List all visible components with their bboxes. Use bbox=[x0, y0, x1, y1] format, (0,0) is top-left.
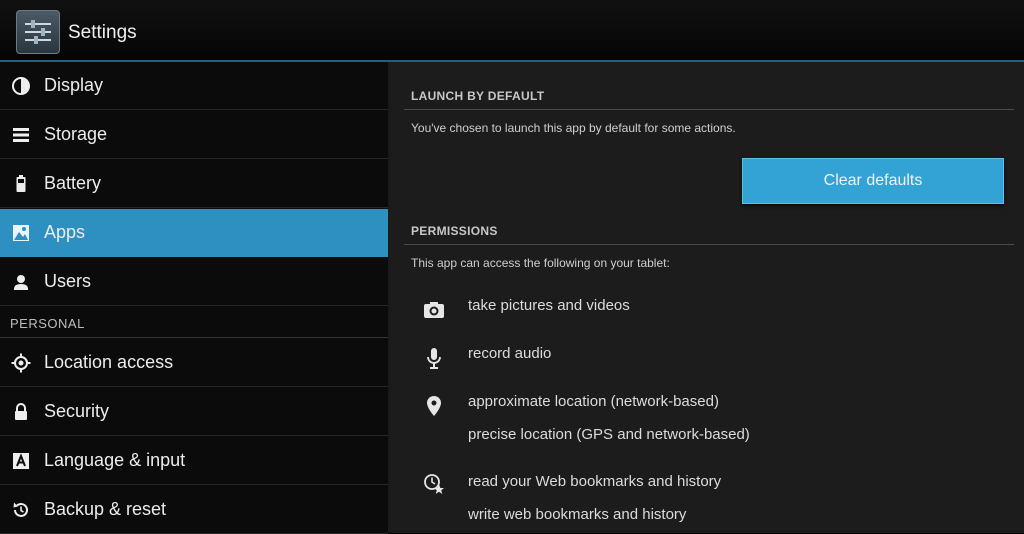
sidebar-item-label: Language & input bbox=[44, 450, 186, 470]
section-divider bbox=[404, 109, 1014, 110]
app-info-panel: LAUNCH BY DEFAULT You've chosen to launc… bbox=[390, 62, 1024, 533]
permission-item: take pictures and videos bbox=[468, 297, 630, 314]
location-pin-icon bbox=[427, 396, 441, 416]
sidebar-item-label: Security bbox=[44, 401, 110, 421]
sidebar-item-label: Backup & reset bbox=[44, 499, 167, 519]
permissions-description: This app can access the following on you… bbox=[411, 256, 670, 270]
sidebar-item-label: Apps bbox=[44, 222, 86, 242]
section-header-personal: PERSONAL bbox=[0, 310, 388, 338]
permissions-title: PERMISSIONS bbox=[411, 224, 498, 238]
sidebar-item-language-input[interactable]: Language & input bbox=[0, 437, 388, 485]
users-icon bbox=[14, 275, 28, 290]
bookmark-history-icon bbox=[424, 474, 444, 494]
language-icon bbox=[13, 453, 29, 469]
sidebar-item-storage[interactable]: Storage bbox=[0, 111, 388, 159]
battery-icon bbox=[16, 175, 26, 192]
sidebar-item-battery[interactable]: Battery bbox=[0, 160, 388, 208]
sidebar-item-security[interactable]: Security bbox=[0, 388, 388, 436]
camera-icon bbox=[424, 302, 444, 318]
section-header-label: PERSONAL bbox=[10, 316, 85, 331]
sidebar-item-label: Storage bbox=[44, 124, 108, 144]
display-brightness-icon bbox=[12, 77, 30, 95]
permission-item: write web bookmarks and history bbox=[468, 506, 687, 523]
sidebar-item-label: Location access bbox=[44, 352, 174, 372]
location-access-icon bbox=[11, 353, 31, 373]
storage-icon bbox=[13, 128, 29, 142]
sidebar-item-users[interactable]: Users bbox=[0, 258, 388, 306]
lock-icon bbox=[15, 403, 27, 420]
backup-reset-icon bbox=[13, 502, 28, 517]
settings-sidebar: Display Storage Battery Apps Users PERSO… bbox=[0, 62, 390, 534]
action-bar: Settings bbox=[0, 0, 1024, 62]
launch-default-description: You've chosen to launch this app by defa… bbox=[411, 121, 736, 135]
sidebar-item-display[interactable]: Display bbox=[0, 62, 388, 110]
sidebar-item-label: Battery bbox=[44, 173, 102, 193]
apps-icon bbox=[13, 225, 29, 241]
permission-item: record audio bbox=[468, 345, 552, 362]
sidebar-item-apps[interactable]: Apps bbox=[0, 209, 388, 257]
sidebar-item-label: Users bbox=[44, 271, 92, 291]
settings-app-icon[interactable] bbox=[16, 10, 60, 54]
sidebar-item-location-access[interactable]: Location access bbox=[0, 339, 388, 387]
section-divider bbox=[404, 244, 1014, 245]
sidebar-item-backup-reset[interactable]: Backup & reset bbox=[0, 486, 388, 534]
clear-defaults-button[interactable]: Clear defaults bbox=[742, 158, 1004, 204]
page-title: Settings bbox=[68, 22, 137, 43]
permission-item: precise location (GPS and network-based) bbox=[468, 426, 750, 443]
permission-item: read your Web bookmarks and history bbox=[468, 473, 722, 490]
permission-item: approximate location (network-based) bbox=[468, 393, 719, 410]
sidebar-item-label: Display bbox=[44, 75, 104, 95]
microphone-icon bbox=[427, 348, 441, 369]
launch-by-default-title: LAUNCH BY DEFAULT bbox=[411, 89, 545, 103]
